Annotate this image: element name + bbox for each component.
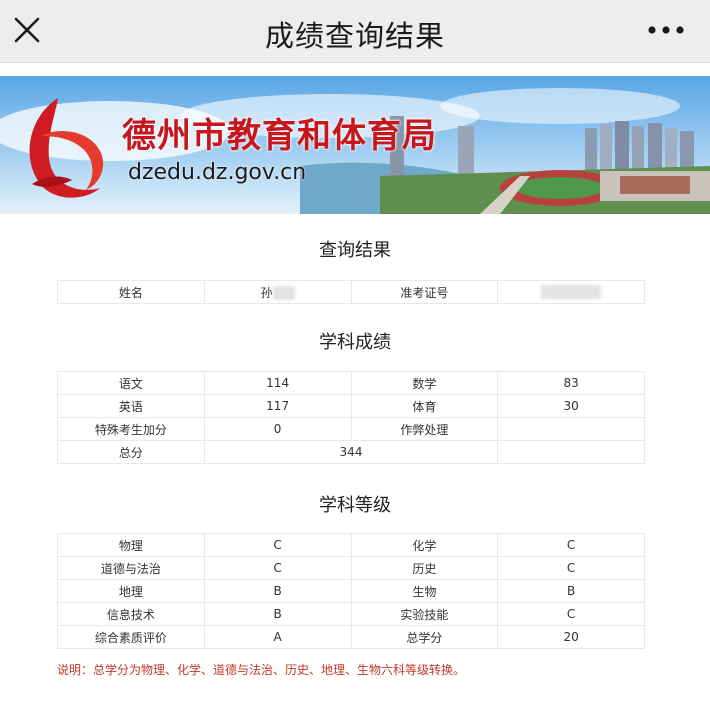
cell: C — [203, 533, 352, 557]
table-row: 特殊考生加分 0 作弊处理 — [57, 417, 645, 441]
query-table: 姓名 孙 准考证号 — [57, 280, 645, 304]
ticket-label: 准考证号 — [350, 280, 499, 304]
cell: 83 — [497, 371, 645, 395]
table-row: 姓名 孙 准考证号 — [57, 280, 645, 304]
cell: 物理 — [57, 533, 205, 557]
query-heading: 查询结果 — [319, 240, 391, 261]
total-label: 总分 — [57, 440, 205, 464]
table-row: 地理 B 生物 B — [57, 579, 645, 603]
cell: 114 — [203, 371, 352, 395]
scores-heading: 学科成绩 — [319, 332, 391, 353]
cell: 信息技术 — [57, 602, 205, 626]
redacted-ticket — [541, 285, 602, 300]
page-title: 成绩查询结果 — [264, 19, 445, 53]
total-value: 344 — [203, 440, 499, 464]
cell: 实验技能 — [350, 602, 499, 626]
cell: 语文 — [57, 371, 205, 395]
name-label: 姓名 — [57, 280, 205, 304]
name-value-cell: 孙 — [203, 280, 352, 304]
cell: B — [203, 602, 352, 626]
cell: C — [497, 533, 645, 557]
cell: 总学分 — [350, 625, 499, 649]
table-row: 道德与法治 C 历史 C — [57, 556, 645, 580]
table-row: 英语 117 体育 30 — [57, 394, 645, 418]
cell: 特殊考生加分 — [57, 417, 205, 441]
scores-table: 语文 114 数学 83 英语 117 体育 30 特殊考生加分 0 作弊处理 … — [57, 371, 645, 464]
cell: 道德与法治 — [57, 556, 205, 580]
cell: 117 — [203, 394, 352, 418]
cell: 数学 — [350, 371, 499, 395]
cell: 化学 — [350, 533, 499, 557]
cell — [497, 440, 645, 464]
cell: 20 — [497, 625, 645, 649]
cell: C — [497, 556, 645, 580]
banner-url: dzedu.dz.gov.cn — [128, 160, 307, 185]
grades-table: 物理 C 化学 C 道德与法治 C 历史 C 地理 B 生物 B 信息技术 B … — [57, 533, 645, 649]
top-bar: 成绩查询结果 — [0, 0, 710, 63]
table-row: 信息技术 B 实验技能 C — [57, 602, 645, 626]
cell: 30 — [497, 394, 645, 418]
grades-heading: 学科等级 — [319, 495, 391, 516]
cell: 作弊处理 — [350, 417, 499, 441]
cell: 生物 — [350, 579, 499, 603]
cell: A — [203, 625, 352, 649]
table-row: 综合素质评价 A 总学分 20 — [57, 625, 645, 649]
cell: 体育 — [350, 394, 499, 418]
table-row: 总分 344 — [57, 440, 645, 464]
more-icon[interactable] — [646, 22, 686, 38]
cell: B — [203, 579, 352, 603]
ticket-value-cell — [497, 280, 645, 304]
cell: 英语 — [57, 394, 205, 418]
cell: 地理 — [57, 579, 205, 603]
cell — [497, 417, 645, 441]
banner-title: 德州市教育和体育局 — [122, 116, 437, 156]
cell: B — [497, 579, 645, 603]
cell: 0 — [203, 417, 352, 441]
redacted-name — [272, 286, 295, 300]
name-value: 孙 — [260, 285, 273, 300]
cell: C — [497, 602, 645, 626]
cell: 历史 — [350, 556, 499, 580]
table-row: 物理 C 化学 C — [57, 533, 645, 557]
footnote: 说明：总学分为物理、化学、道德与法治、历史、地理、生物六科等级转换。 — [57, 663, 466, 677]
cell: C — [203, 556, 352, 580]
table-row: 语文 114 数学 83 — [57, 371, 645, 395]
cell: 综合素质评价 — [57, 625, 205, 649]
